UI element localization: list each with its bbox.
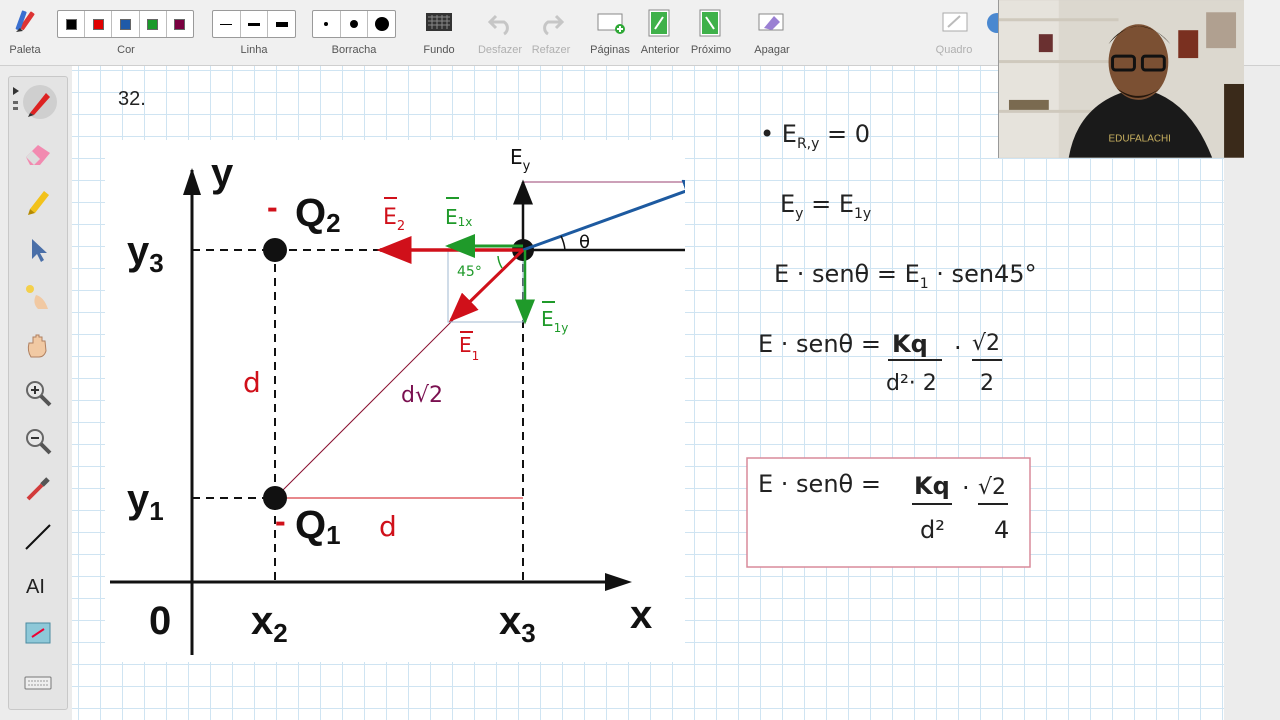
next-label: Próximo — [690, 44, 732, 56]
color-blue[interactable] — [112, 11, 140, 37]
previous-page-icon[interactable] — [646, 8, 676, 38]
note-line-4-numerator: Kq — [892, 330, 928, 358]
q1-sign: - — [275, 503, 286, 539]
charge-q2 — [263, 238, 287, 262]
color-red[interactable] — [85, 11, 113, 37]
note-line-4-denominator: d²· 2 — [886, 371, 937, 396]
svg-text:AI: AI — [26, 576, 45, 598]
note-line-4-den2: 2 — [980, 371, 994, 396]
select-cursor-icon[interactable] — [22, 233, 54, 265]
vector-e1y-label: E1y — [541, 307, 568, 335]
x2-label: x2 — [251, 599, 288, 648]
vector-e1-arrow — [448, 248, 525, 323]
distance-d-diagonal: d√2 — [401, 383, 443, 408]
vector-e1-label: E1 — [459, 333, 479, 363]
eraser-small[interactable] — [313, 11, 341, 37]
vector-e2-label: E2 — [383, 205, 405, 234]
note-line-4-dot: · — [954, 334, 962, 362]
page-number: 32. — [118, 88, 146, 110]
result-denominator: d² — [920, 516, 945, 544]
hand-pan-icon[interactable] — [22, 329, 54, 361]
color-label: Cor — [117, 44, 135, 56]
clear-icon[interactable] — [756, 8, 786, 38]
presenter-head — [1108, 24, 1169, 100]
note-line-4-lhs: E · senθ = — [758, 330, 881, 358]
tool-sidebar: AI — [8, 76, 68, 710]
distance-d-horizontal: d — [379, 510, 397, 543]
axis-y-label: y — [211, 151, 234, 195]
result-numerator: Kq — [914, 472, 950, 500]
expand-arrow-icon[interactable] — [11, 83, 21, 117]
eyedropper-icon[interactable] — [22, 473, 54, 505]
q1-label: Q1 — [295, 503, 341, 550]
vector-ey-label: Ey — [510, 145, 531, 174]
screenshot-tool-icon[interactable] — [22, 617, 54, 649]
zoom-out-icon[interactable] — [22, 425, 54, 457]
y1-label: y1 — [127, 477, 164, 526]
eraser-label: Borracha — [331, 44, 377, 56]
line-label: Linha — [240, 44, 268, 56]
note-line-1: • ER,y = 0 — [760, 120, 870, 152]
board-icon[interactable] — [940, 8, 970, 38]
color-purple[interactable] — [167, 11, 193, 37]
line-thick[interactable] — [268, 11, 295, 37]
keyboard-icon[interactable] — [22, 667, 54, 699]
undo-icon[interactable] — [486, 8, 516, 38]
vector-e1x-label: E1x — [445, 205, 472, 229]
webcam-overlay: EDUFALACHI — [998, 0, 1244, 158]
whiteboard-app: Paleta Cor Linha Borracha Fundo Desfazer… — [0, 0, 1280, 720]
result-dot: · — [962, 474, 970, 502]
theta-label: θ — [579, 232, 590, 253]
svg-text:EDUFALACHI: EDUFALACHI — [1109, 134, 1171, 145]
line-medium[interactable] — [241, 11, 269, 37]
line-tool-icon[interactable] — [22, 521, 54, 553]
y3-label: y3 — [127, 229, 164, 278]
eraser-icon[interactable] — [22, 137, 54, 169]
note-line-4-sqrt: √2 — [972, 331, 1000, 356]
color-black[interactable] — [58, 11, 86, 37]
color-picker — [57, 10, 194, 38]
color-green[interactable] — [140, 11, 167, 37]
redo-icon[interactable] — [536, 8, 566, 38]
result-sqrt: √2 — [978, 475, 1006, 500]
line-width-picker — [212, 10, 296, 38]
angle-45-label: 45° — [457, 264, 482, 280]
background-label: Fundo — [423, 44, 455, 56]
note-line-2: Ey = E1y — [780, 190, 871, 222]
x3-label: x3 — [499, 599, 536, 648]
redo-label: Refazer — [531, 44, 571, 56]
electric-field-figure: y x 0 y3 y1 x2 x3 - Q2 - Q1 d d d√2 E Ey… — [105, 140, 685, 662]
axis-x-label: x — [630, 593, 652, 637]
clear-label: Apagar — [754, 44, 790, 56]
q2-label: Q2 — [295, 191, 341, 238]
next-page-icon[interactable] — [697, 8, 727, 38]
palette-label: Paleta — [9, 44, 41, 56]
text-tool-icon[interactable]: AI — [22, 569, 54, 601]
eraser-large[interactable] — [368, 11, 395, 37]
background-icon[interactable] — [424, 8, 454, 38]
palette-icon[interactable] — [10, 8, 40, 38]
zoom-in-icon[interactable] — [22, 377, 54, 409]
laser-pointer-icon[interactable] — [22, 281, 54, 313]
origin-label: 0 — [149, 599, 171, 643]
q2-sign: - — [267, 189, 278, 225]
note-line-3: E · senθ = E1 · sen45° — [774, 260, 1037, 292]
eraser-size-picker — [312, 10, 396, 38]
highlighter-icon[interactable] — [22, 185, 54, 217]
eraser-medium[interactable] — [341, 11, 369, 37]
result-lhs: E · senθ = — [758, 470, 881, 498]
pages-icon[interactable] — [596, 8, 626, 38]
vector-e-arrow — [522, 179, 685, 252]
distance-d-vertical: d — [243, 366, 261, 399]
handwritten-notes: • ER,y = 0 Ey = E1y E · senθ = E1 · sen4… — [746, 120, 1037, 568]
result-den2: 4 — [994, 516, 1009, 544]
line-thin[interactable] — [213, 11, 241, 37]
pen-icon[interactable] — [22, 87, 54, 119]
